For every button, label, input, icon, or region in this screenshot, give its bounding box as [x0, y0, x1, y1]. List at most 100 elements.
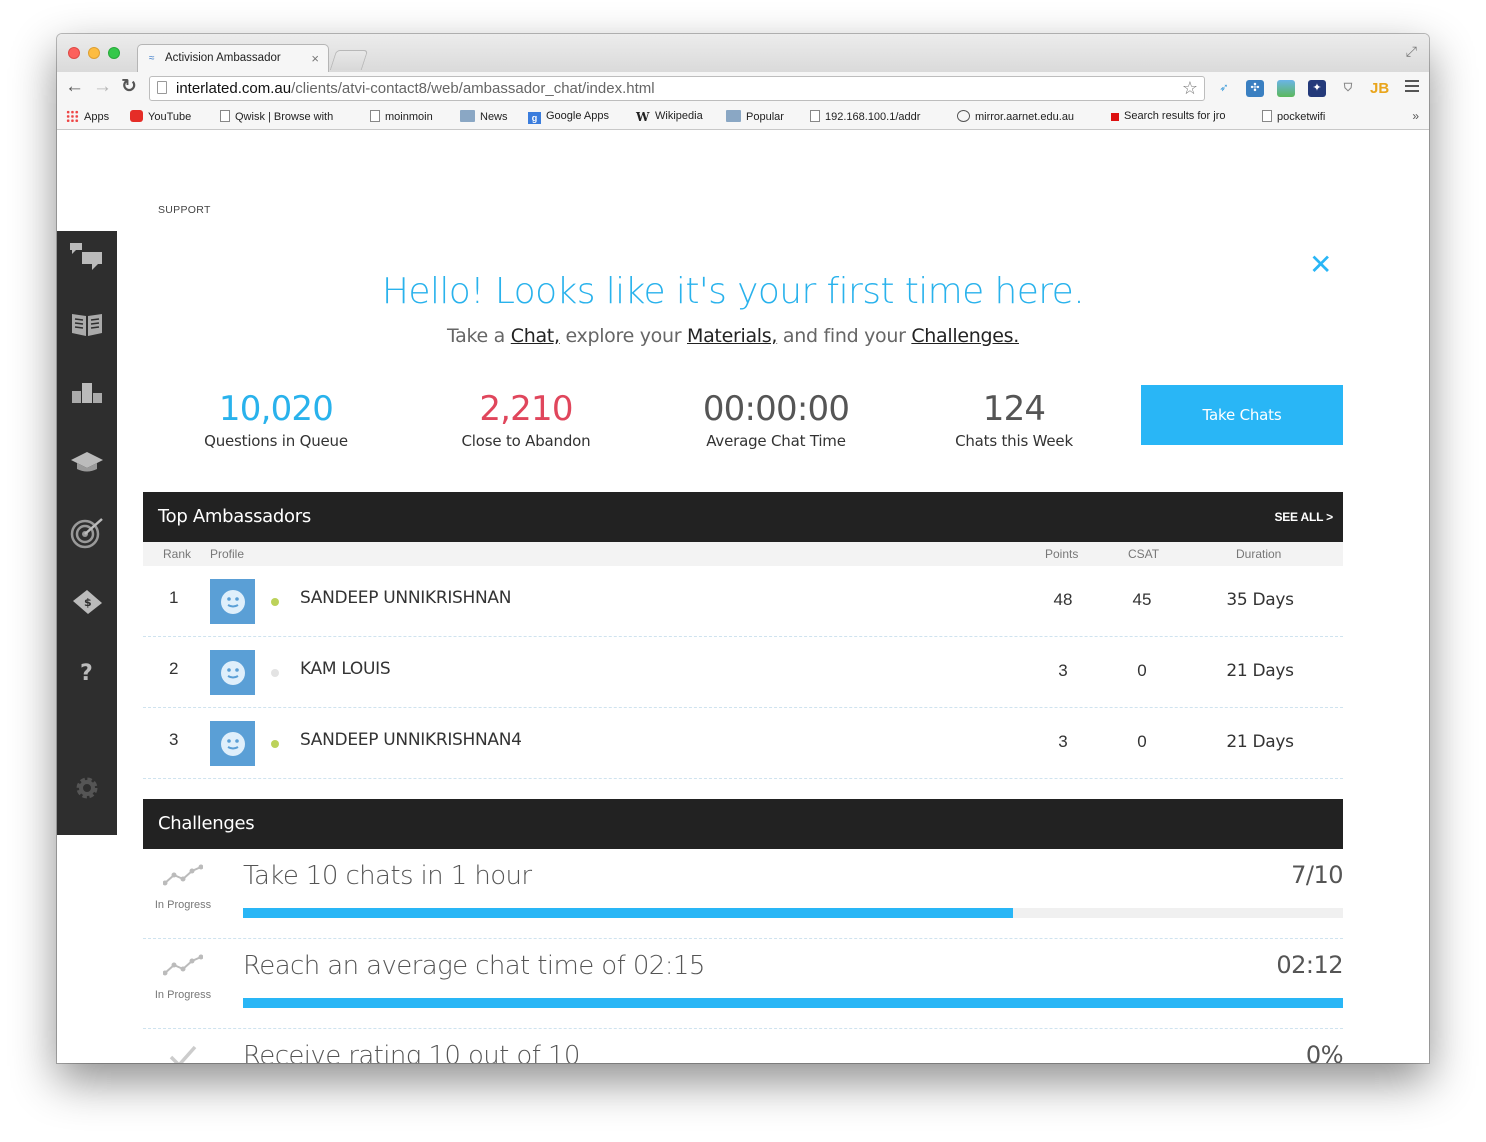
- tab-close-icon[interactable]: ×: [311, 51, 319, 66]
- extension-bird-icon[interactable]: ➶: [1215, 80, 1233, 97]
- bookmark-apps[interactable]: Apps: [66, 110, 109, 123]
- browser-menu-icon[interactable]: [1405, 80, 1419, 94]
- challenges-link[interactable]: Challenges.: [911, 325, 1019, 347]
- column-csat: CSAT: [1128, 547, 1160, 561]
- forward-button[interactable]: →: [93, 76, 112, 98]
- chat-link[interactable]: Chat,: [511, 325, 560, 347]
- window-minimize-button[interactable]: [88, 47, 100, 59]
- bookmark-star-icon[interactable]: ☆: [1182, 78, 1198, 99]
- smiley-face-icon: [220, 589, 245, 614]
- ambassador-rank: 2: [169, 659, 179, 678]
- page-icon: [220, 110, 230, 122]
- trend-line-icon: [163, 864, 203, 886]
- fullscreen-icon[interactable]: ⤢: [1406, 43, 1417, 60]
- extension-landscape-icon[interactable]: [1277, 80, 1295, 97]
- address-url: interlated.com.au/clients/atvi-contact8/…: [176, 80, 655, 97]
- sidebar-item-challenges[interactable]: [57, 507, 117, 557]
- challenge-title: Take 10 chats in 1 hour: [243, 861, 532, 891]
- extension-puzzle-icon[interactable]: ✣: [1246, 80, 1264, 97]
- challenge-row[interactable]: Receive rating 10 out of 10 0%: [143, 1029, 1344, 1063]
- reload-button[interactable]: ↻: [121, 76, 137, 98]
- bookmarks-bar: Apps YouTube Qwisk | Browse with moinmoi…: [57, 105, 1429, 130]
- challenge-value: 0%: [1305, 1041, 1344, 1063]
- challenge-value: 7/10: [1291, 861, 1343, 889]
- stat-close-to-abandon: 2,210 Close to Abandon: [426, 389, 626, 450]
- challenge-progress-bar: [243, 908, 1343, 918]
- target-icon: [70, 518, 103, 549]
- ambassador-name[interactable]: SANDEEP UNNIKRISHNAN: [300, 588, 511, 608]
- take-chats-button[interactable]: Take Chats: [1141, 385, 1343, 445]
- ambassador-row[interactable]: 2 KAM LOUIS 3 0 21 Days: [143, 637, 1343, 708]
- bookmark-label: mirror.aarnet.edu.au: [975, 111, 1075, 123]
- apps-grid-icon: [66, 110, 79, 122]
- avatar[interactable]: [210, 721, 255, 766]
- browser-tab[interactable]: ≈ Activision Ambassador ×: [137, 44, 329, 72]
- stat-average-chat-time: 00:00:00 Average Chat Time: [676, 389, 876, 450]
- challenge-row[interactable]: In Progress Reach an average chat time o…: [143, 939, 1343, 1029]
- bookmark-google-apps[interactable]: g Google Apps: [528, 110, 609, 124]
- chat-bubbles-icon: [70, 243, 102, 270]
- online-status-dot: [271, 740, 279, 748]
- ambassador-rank: 1: [169, 588, 179, 607]
- folder-icon: [726, 110, 741, 122]
- address-host: interlated.com.au: [176, 80, 292, 97]
- address-bar[interactable]: interlated.com.au/clients/atvi-contact8/…: [149, 76, 1205, 101]
- ambassador-csat: 0: [1137, 732, 1147, 751]
- bookmark-wikipedia[interactable]: W Wikipedia: [636, 110, 703, 123]
- welcome-subtitle: Take a Chat, explore your Materials, and…: [57, 325, 1409, 347]
- sidebar-item-leaderboard[interactable]: [57, 367, 117, 417]
- challenge-row[interactable]: In Progress Take 10 chats in 1 hour 7/10: [143, 849, 1343, 939]
- ambassador-row[interactable]: 3 SANDEEP UNNIKRISHNAN4 3 0 21 Days: [143, 708, 1343, 779]
- new-tab-button[interactable]: [329, 50, 369, 70]
- ambassador-row[interactable]: 1 SANDEEP UNNIKRISHNAN 48 45 35 Days: [143, 566, 1343, 637]
- sidebar-item-training[interactable]: [57, 437, 117, 487]
- bookmark-youtube[interactable]: YouTube: [130, 110, 191, 123]
- browser-window: ≈ Activision Ambassador × ⤢ ← → ↻ interl…: [57, 34, 1429, 1063]
- graduation-cap-icon: [71, 452, 103, 472]
- youtube-icon: [130, 110, 143, 122]
- sidebar-item-help[interactable]: ?: [57, 647, 117, 697]
- svg-text:$: $: [84, 596, 92, 609]
- sidebar-item-rewards[interactable]: $: [57, 577, 117, 627]
- extension-flag-icon[interactable]: ✦: [1308, 80, 1326, 97]
- back-button[interactable]: ←: [65, 76, 84, 98]
- bookmark-moinmoin[interactable]: moinmoin: [370, 110, 433, 123]
- bookmark-router[interactable]: 192.168.100.1/addr: [810, 110, 920, 123]
- challenge-status: In Progress: [154, 899, 212, 911]
- extension-jb-icon[interactable]: JB: [1370, 80, 1389, 97]
- sidebar-item-settings[interactable]: [57, 763, 117, 813]
- challenge-title: Reach an average chat time of 02:15: [243, 951, 705, 981]
- challenges-header: Challenges: [143, 799, 1343, 849]
- window-zoom-button[interactable]: [108, 47, 120, 59]
- bookmark-label: pocketwifi: [1277, 111, 1326, 123]
- online-status-dot: [271, 598, 279, 606]
- avatar[interactable]: [210, 650, 255, 695]
- bookmark-search-results[interactable]: Search results for jro: [1108, 110, 1225, 122]
- stat-questions-in-queue: 10,020 Questions in Queue: [176, 389, 376, 450]
- bookmark-pocketwifi[interactable]: pocketwifi: [1262, 110, 1325, 123]
- window-close-button[interactable]: [68, 47, 80, 59]
- extension-shield-icon[interactable]: ⛉: [1339, 80, 1357, 97]
- column-points: Points: [1045, 547, 1079, 561]
- bookmarks-more-button[interactable]: »: [1412, 109, 1419, 123]
- see-all-link[interactable]: SEE ALL >: [1274, 510, 1333, 524]
- subtitle-text: explore your: [559, 325, 687, 347]
- avatar[interactable]: [210, 579, 255, 624]
- stat-chats-this-week: 124 Chats this Week: [914, 389, 1114, 450]
- top-ambassadors-title: Top Ambassadors: [158, 506, 311, 527]
- bookmark-qwisk[interactable]: Qwisk | Browse with: [220, 110, 333, 123]
- bookmark-popular[interactable]: Popular: [726, 110, 784, 123]
- offline-status-dot: [271, 669, 279, 677]
- question-mark-icon: ?: [80, 661, 93, 685]
- bookmark-mirror[interactable]: mirror.aarnet.edu.au: [957, 110, 1074, 123]
- sidebar: $ ?: [57, 231, 117, 835]
- ambassador-name[interactable]: SANDEEP UNNIKRISHNAN4: [300, 730, 522, 750]
- page-icon: [370, 110, 380, 122]
- red-square-icon: [1111, 113, 1119, 121]
- bookmark-label: 192.168.100.1/addr: [825, 111, 921, 123]
- bookmark-news[interactable]: News: [460, 110, 508, 123]
- materials-link[interactable]: Materials,: [687, 325, 777, 347]
- ambassador-name[interactable]: KAM LOUIS: [300, 659, 391, 679]
- ambassador-points: 48: [1053, 590, 1073, 609]
- challenge-title: Receive rating 10 out of 10: [243, 1041, 580, 1063]
